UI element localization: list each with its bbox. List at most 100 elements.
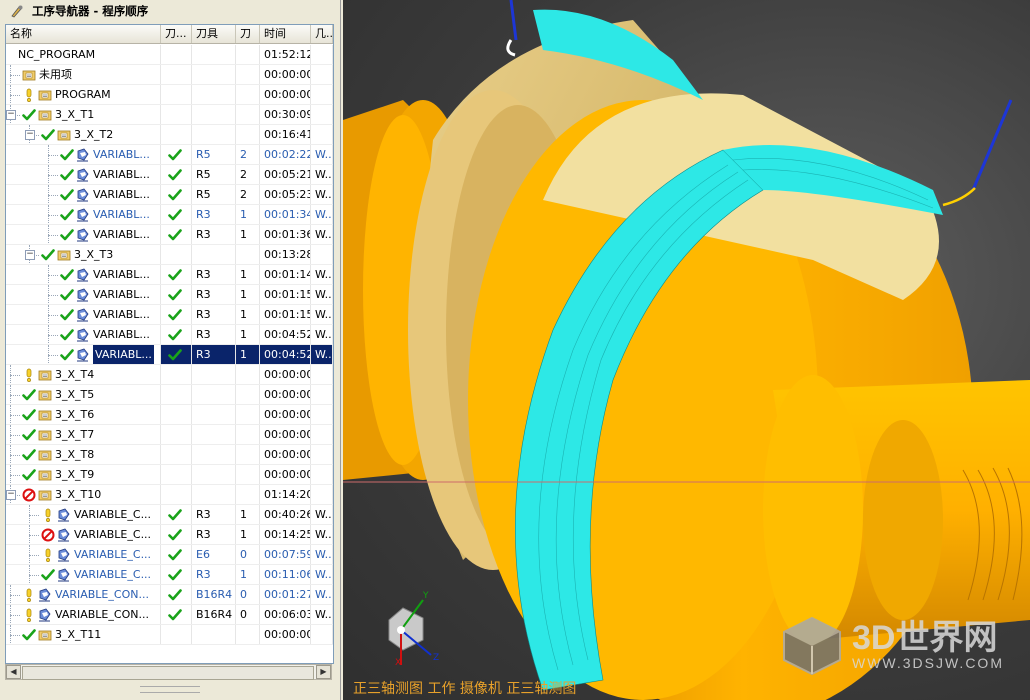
resize-grip[interactable] [140,686,200,693]
operation-name: 3_X_T9 [55,468,95,481]
geometry-cell [311,445,333,464]
scroll-thumb[interactable] [22,666,314,680]
program-group-icon [38,90,52,101]
graphics-viewport[interactable]: X Z Y 3D世界网 WWW.3DSJW.COM 正三轴测图 工作 摄像机 正… [343,0,1030,700]
tool-number-cell: 1 [236,325,260,344]
program-root-row[interactable]: NC_PROGRAM 01:52:12 [6,45,333,65]
operation-row[interactable]: VARIABL... R3100:01:34W... [6,205,333,225]
operation-row[interactable]: VARIABL... R5200:05:23W... [6,185,333,205]
check-icon [168,269,182,281]
name-cell: 3_X_T8 [6,445,161,464]
operation-name: VARIABLE_C... [74,548,152,561]
operation-row[interactable]: VARIABL... R3100:01:14W... [6,265,333,285]
time-cell: 01:14:20 [260,485,311,504]
program-group-row[interactable]: − 3_X_T10 01:14:20 [6,485,333,505]
time-cell: 00:01:34 [260,205,311,224]
column-header[interactable]: 几... [311,25,333,43]
tool-cell: R3 [192,305,236,324]
check-icon [60,269,74,281]
tool-cell: R5 [192,185,236,204]
operation-tree-grid[interactable]: 名称刀...刀具刀时间几... NC_PROGRAM 01:52:12 未用项 00:… [5,24,334,664]
panel-titlebar: 工序导航器 - 程序顺序 [0,0,340,21]
tree-connector [29,515,39,516]
tree-connector [48,205,49,224]
program-group-row[interactable]: − 3_X_T1 00:30:09 [6,105,333,125]
program-group-row[interactable]: 3_X_T11 00:00:00 [6,625,333,645]
time-cell: 00:05:23 [260,185,311,204]
program-group-row[interactable]: − 3_X_T3 00:13:28 [6,245,333,265]
operation-row[interactable]: VARIABL... R5200:05:21W... [6,165,333,185]
operation-row[interactable]: VARIABLE_C... E6000:07:59W... [6,545,333,565]
tool-number-cell: 1 [236,565,260,584]
operation-row[interactable]: VARIABL... R3100:01:15W... [6,285,333,305]
column-header[interactable]: 时间 [260,25,311,43]
operation-row[interactable]: VARIABL... R3100:04:52W... [6,345,333,365]
program-group-row[interactable]: 3_X_T4 00:00:00 [6,365,333,385]
tree-connector [10,385,11,404]
toolpath-status-cell [161,405,192,424]
time-cell: 00:40:26 [260,505,311,524]
geometry-cell: W... [311,345,333,364]
tree-connector [10,365,11,384]
check-icon [168,569,182,581]
tree-connector [48,335,58,336]
tool-number-cell: 0 [236,605,260,624]
collapse-toggle[interactable]: − [25,130,35,140]
toolpath-status-cell [161,385,192,404]
program-group-row[interactable]: 未用项 00:00:00 [6,65,333,85]
program-group-row[interactable]: 3_X_T8 00:00:00 [6,445,333,465]
navigator-icon [11,5,23,17]
tree-connector [10,585,11,604]
tool-number-cell: 1 [236,525,260,544]
operation-row[interactable]: VARIABLE_C... R3100:11:06W... [6,565,333,585]
program-group-row[interactable]: 3_X_T7 00:00:00 [6,425,333,445]
time-cell: 00:01:27 [260,585,311,604]
program-group-row[interactable]: PROGRAM 00:00:00 [6,85,333,105]
geometry-cell [311,385,333,404]
cube-logo-icon [783,616,841,676]
program-group-icon [38,630,52,641]
time-cell: 00:00:00 [260,465,311,484]
check-icon [60,309,74,321]
name-cell: VARIABL... [6,345,161,364]
column-header[interactable]: 刀具 [192,25,236,43]
operation-row[interactable]: VARIABLE_C... R3100:14:25W... [6,525,333,545]
tree-connector [10,415,20,416]
tool-number-cell [236,405,260,424]
time-cell: 00:00:00 [260,445,311,464]
column-header[interactable]: 刀 [236,25,260,43]
program-group-icon [38,370,52,381]
name-cell: 3_X_T4 [6,365,161,384]
operation-row[interactable]: VARIABL... R3100:04:52W... [6,325,333,345]
operation-row[interactable]: VARIABLE_CON... B16R4000:06:03W... [6,605,333,625]
program-group-row[interactable]: 3_X_T5 00:00:00 [6,385,333,405]
program-group-icon [38,410,52,421]
operation-row[interactable]: VARIABL... R3100:01:15W... [6,305,333,325]
collapse-toggle[interactable]: − [25,250,35,260]
column-header[interactable]: 名称 [6,25,161,43]
scroll-left-button[interactable]: ◀ [6,665,21,679]
collapse-toggle[interactable]: − [6,110,16,120]
toolpath-status-cell [161,105,192,124]
program-group-row[interactable]: 3_X_T6 00:00:00 [6,405,333,425]
tool-number-cell: 2 [236,165,260,184]
time-cell: 00:06:03 [260,605,311,624]
program-group-row[interactable]: − 3_X_T2 00:16:41 [6,125,333,145]
geometry-cell [311,105,333,124]
horizontal-scrollbar[interactable]: ◀ ▶ [5,664,332,680]
toolpath-status-cell [161,205,192,224]
operation-row[interactable]: VARIABLE_CON... B16R4000:01:27W... [6,585,333,605]
name-cell: − 3_X_T2 [6,125,161,144]
scroll-right-button[interactable]: ▶ [316,665,331,679]
geometry-cell: W... [311,165,333,184]
svg-text:X: X [395,658,401,668]
collapse-toggle[interactable]: − [6,490,16,500]
operation-row[interactable]: VARIABL... R3100:01:36W... [6,225,333,245]
column-header[interactable]: 刀... [161,25,192,43]
tool-cell [192,625,236,644]
operation-row[interactable]: VARIABLE_C... R3100:40:26W... [6,505,333,525]
tool-cell [192,125,236,144]
warning-icon [26,88,32,102]
program-group-row[interactable]: 3_X_T9 00:00:00 [6,465,333,485]
operation-row[interactable]: VARIABL... R5200:02:22W... [6,145,333,165]
